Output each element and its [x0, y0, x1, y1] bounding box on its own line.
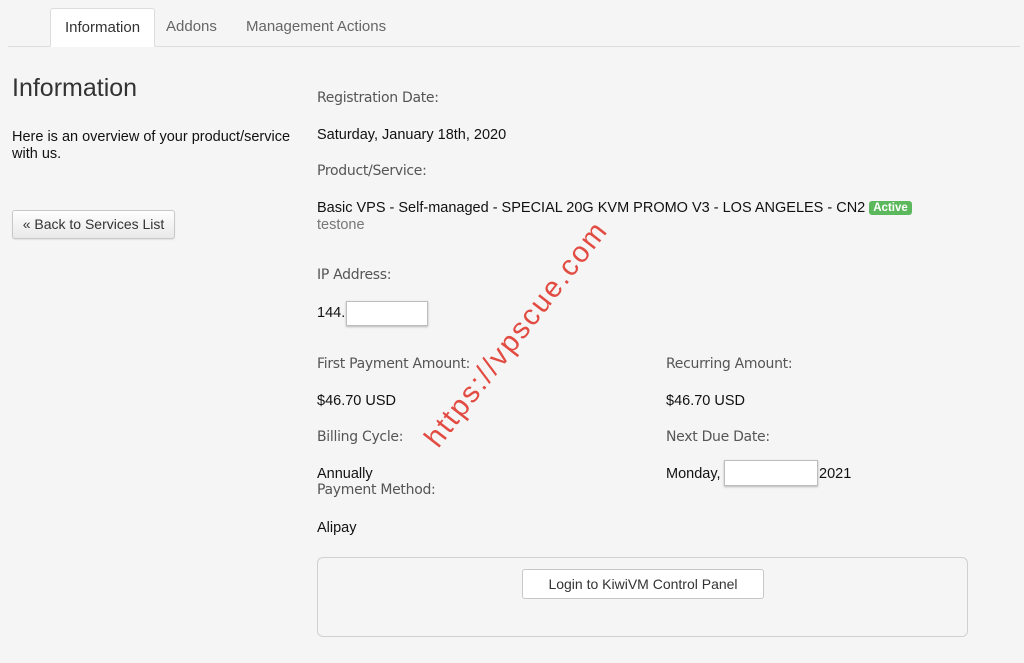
due-date-redaction	[724, 460, 818, 486]
status-badge: Active	[869, 201, 912, 215]
next-due-date-label: Next Due Date:	[666, 429, 770, 445]
registration-date-value: Saturday, January 18th, 2020	[317, 127, 507, 143]
tab-management-actions[interactable]: Management Actions	[232, 8, 400, 46]
next-due-date-year: 2021	[819, 466, 852, 482]
tab-information[interactable]: Information	[50, 8, 156, 47]
back-to-services-button[interactable]: « Back to Services List	[12, 210, 175, 239]
tab-addons[interactable]: Addons	[152, 8, 231, 46]
ip-address-label: IP Address:	[317, 267, 392, 283]
actions-panel: Login to KiwiVM Control Panel	[317, 557, 968, 637]
tab-bar: Information Addons Management Actions	[8, 8, 1020, 47]
product-name: Basic VPS - Self-managed - SPECIAL 20G K…	[317, 200, 866, 216]
first-payment-value: $46.70 USD	[317, 393, 396, 409]
page-title: Information	[12, 74, 138, 102]
first-payment-label: First Payment Amount:	[317, 356, 471, 372]
registration-date-label: Registration Date:	[317, 90, 439, 106]
next-due-date-prefix: Monday,	[666, 466, 721, 482]
recurring-amount-value: $46.70 USD	[666, 393, 745, 409]
ip-redaction	[346, 301, 428, 326]
product-value: Basic VPS - Self-managed - SPECIAL 20G K…	[317, 200, 912, 216]
billing-cycle-label: Billing Cycle:	[317, 429, 404, 445]
ip-address-value: 144.	[317, 305, 346, 321]
watermark: https://vpscue.com	[418, 214, 615, 454]
hostname: testone	[317, 217, 365, 233]
payment-method-label: Payment Method:	[317, 482, 436, 498]
recurring-amount-label: Recurring Amount:	[666, 356, 793, 372]
login-kiwivm-button[interactable]: Login to KiwiVM Control Panel	[522, 569, 764, 599]
page-description: Here is an overview of your product/serv…	[12, 129, 291, 162]
billing-cycle-value: Annually	[317, 466, 373, 482]
product-label: Product/Service:	[317, 163, 427, 179]
payment-method-value: Alipay	[317, 520, 357, 536]
